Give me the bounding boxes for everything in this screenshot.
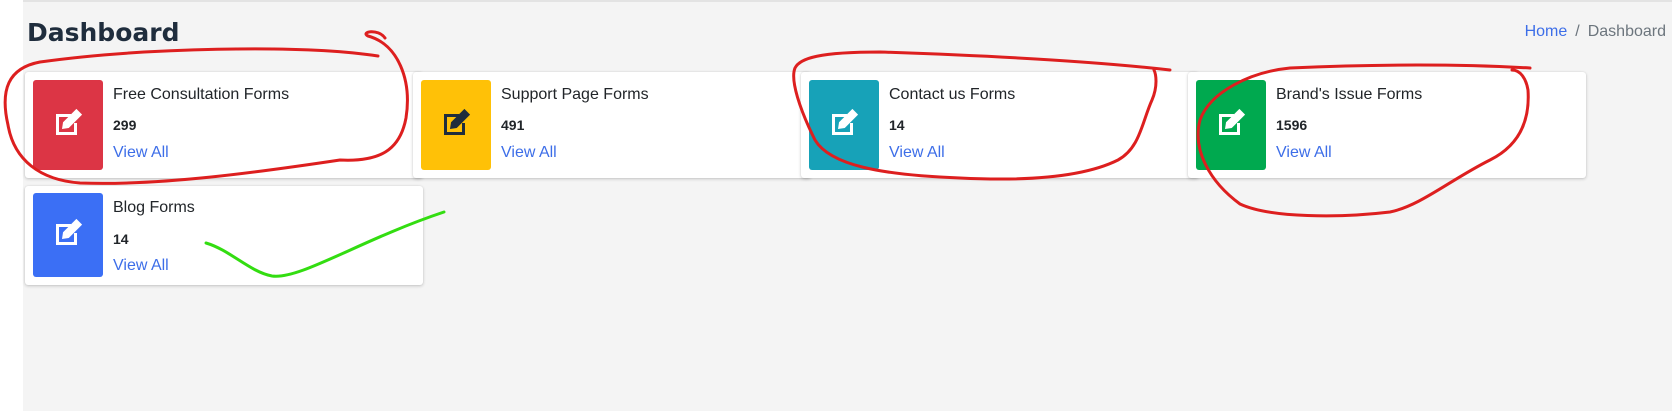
card-label: Free Consultation Forms [113,86,290,103]
view-all-link[interactable]: View All [501,144,557,162]
card-label: Support Page Forms [501,86,649,103]
edit-icon [50,105,86,146]
card-count: 14 [889,117,905,133]
card-icon-box [33,80,103,170]
form-card-brands-issue: Brand's Issue Forms 1596 View All [1188,72,1586,178]
edit-icon [826,105,862,146]
form-card-support-page: Support Page Forms 491 View All [413,72,811,178]
top-divider [23,0,1672,2]
form-card-free-consultation: Free Consultation Forms 299 View All [25,72,423,178]
page-title: Dashboard [27,18,180,47]
view-all-link[interactable]: View All [113,144,169,162]
view-all-link[interactable]: View All [889,144,945,162]
card-label: Brand's Issue Forms [1276,86,1423,103]
card-count: 14 [113,231,129,247]
card-icon-box [421,80,491,170]
edit-icon [438,105,474,146]
breadcrumb-separator: / [1575,23,1580,40]
card-label: Blog Forms [113,199,195,216]
card-label: Contact us Forms [889,86,1016,103]
card-count: 299 [113,117,137,133]
card-count: 491 [501,117,525,133]
card-count: 1596 [1276,117,1308,133]
view-all-link[interactable]: View All [1276,144,1332,162]
form-card-blog: Blog Forms 14 View All [25,186,423,285]
edit-icon [50,215,86,256]
sidebar-edge [0,0,23,411]
view-all-link[interactable]: View All [113,257,169,275]
card-icon-box [809,80,879,170]
card-icon-box [33,193,103,277]
breadcrumb-current: Dashboard [1587,23,1666,40]
breadcrumb-home-link[interactable]: Home [1525,23,1568,40]
card-icon-box [1196,80,1266,170]
breadcrumb: Home / Dashboard [1525,23,1666,41]
edit-icon [1213,105,1249,146]
form-card-contact-us: Contact us Forms 14 View All [801,72,1199,178]
